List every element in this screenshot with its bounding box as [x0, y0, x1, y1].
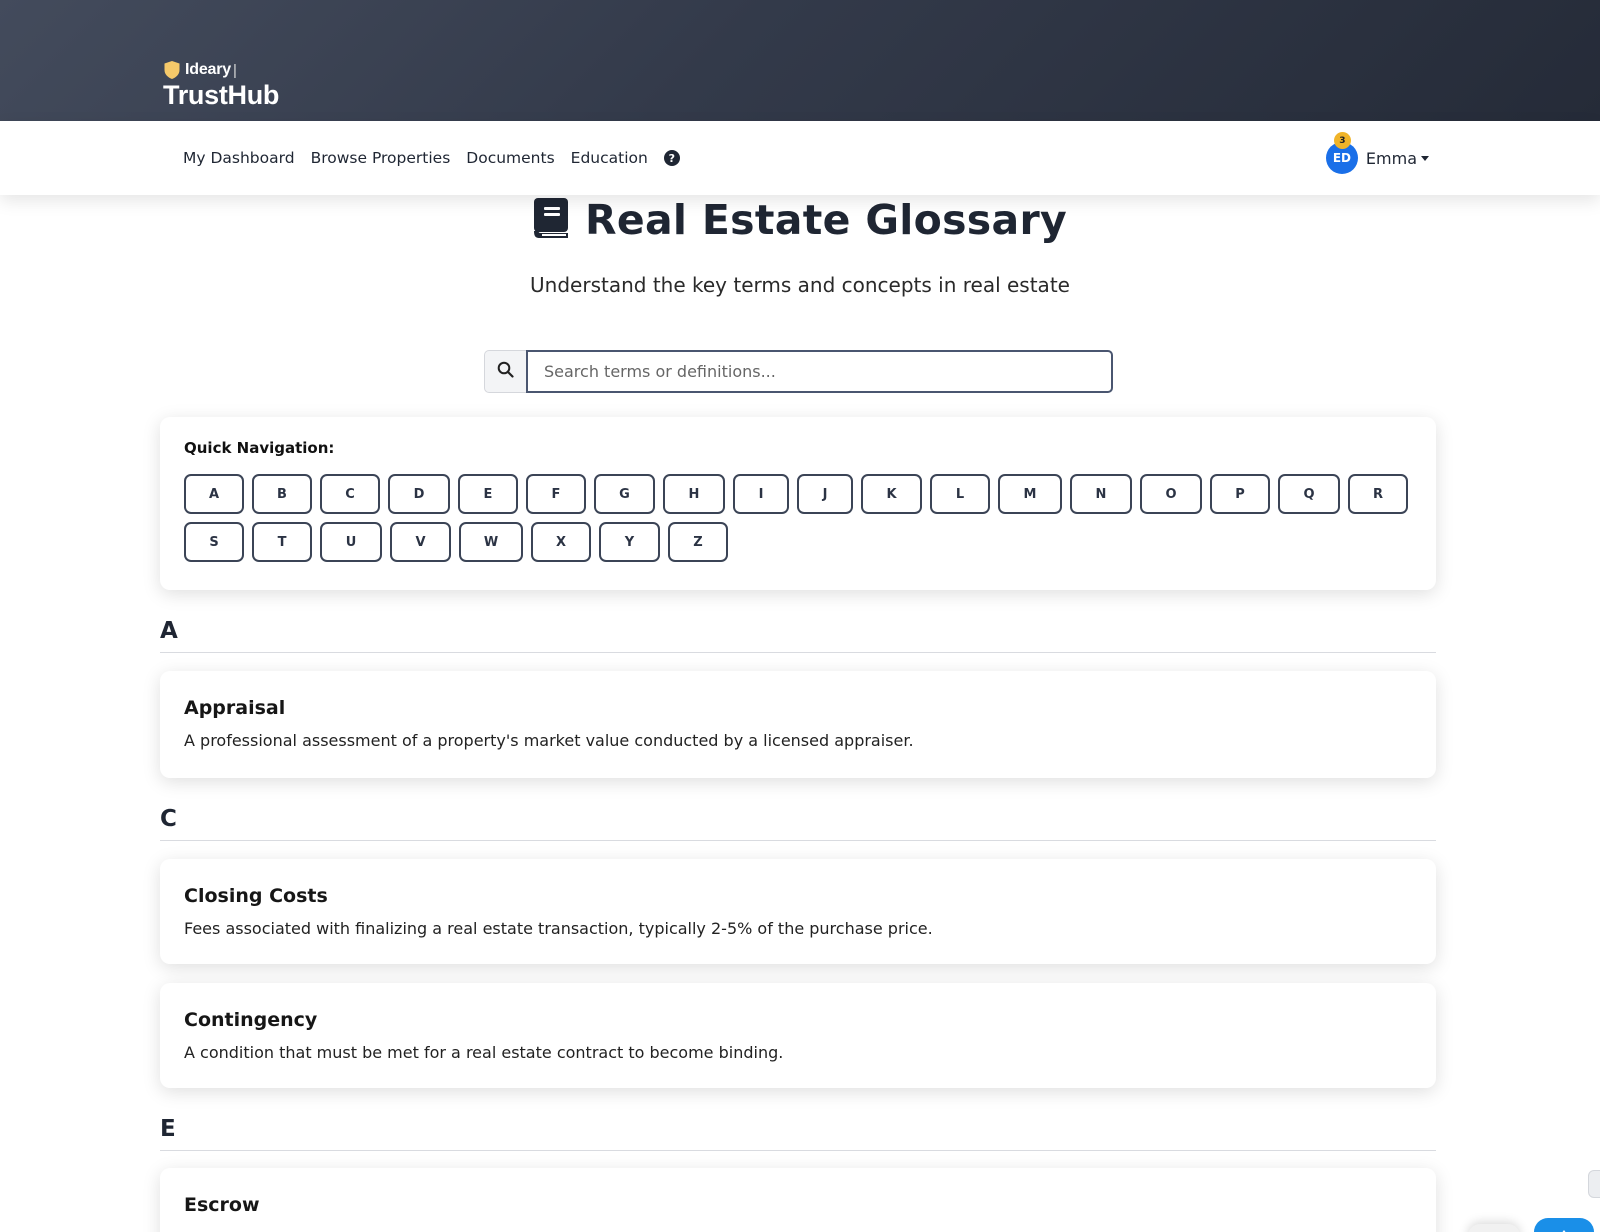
- book-icon: [533, 197, 569, 243]
- term-card: Escrow: [160, 1168, 1436, 1232]
- search-input[interactable]: [526, 350, 1113, 393]
- letter-button-x[interactable]: X: [531, 522, 591, 562]
- letter-button-d[interactable]: D: [388, 474, 450, 514]
- term-definition: A condition that must be met for a real …: [184, 1043, 784, 1062]
- avatar-initials: ED: [1332, 151, 1351, 165]
- side-tab[interactable]: [1588, 1170, 1600, 1198]
- letter-button-t[interactable]: T: [252, 522, 312, 562]
- page-title: Real Estate Glossary: [0, 196, 1600, 244]
- brand-name: TrustHub: [163, 80, 280, 110]
- letter-button-e[interactable]: E: [458, 474, 518, 514]
- term-definition: Fees associated with finalizing a real e…: [184, 919, 933, 938]
- letter-button-p[interactable]: P: [1210, 474, 1270, 514]
- term-name: Appraisal: [184, 697, 286, 719]
- help-icon[interactable]: ?: [663, 150, 680, 166]
- arrow-up-icon: [1557, 1224, 1571, 1232]
- search-icon: [497, 361, 514, 382]
- letter-button-g[interactable]: G: [594, 474, 655, 514]
- quick-navigation-label: Quick Navigation:: [184, 439, 335, 457]
- brand-logo[interactable]: Ideary | TrustHub: [163, 58, 280, 110]
- brand-top-text: Ideary: [185, 61, 231, 78]
- nav-my-dashboard[interactable]: My Dashboard: [183, 149, 295, 167]
- floating-widget[interactable]: [1468, 1224, 1520, 1232]
- letter-button-j[interactable]: J: [797, 474, 853, 514]
- brand-separator: |: [232, 61, 237, 79]
- glossary-search: [484, 350, 1113, 393]
- letter-button-u[interactable]: U: [320, 522, 382, 562]
- user-name[interactable]: Emma: [1366, 149, 1417, 168]
- letter-button-m[interactable]: M: [998, 474, 1062, 514]
- section-heading-a: A: [160, 618, 1436, 653]
- term-card: Closing Costs Fees associated with finali…: [160, 859, 1436, 964]
- term-card: Contingency A condition that must be met …: [160, 983, 1436, 1088]
- letter-button-o[interactable]: O: [1140, 474, 1202, 514]
- scroll-top-button[interactable]: [1534, 1218, 1594, 1232]
- section-heading-c: C: [160, 806, 1436, 841]
- nav-education[interactable]: Education: [571, 149, 648, 167]
- shield-icon: [163, 60, 181, 80]
- letter-button-n[interactable]: N: [1070, 474, 1132, 514]
- term-name: Contingency: [184, 1009, 318, 1031]
- term-name: Closing Costs: [184, 885, 328, 907]
- letter-button-b[interactable]: B: [252, 474, 312, 514]
- avatar[interactable]: ED 3: [1325, 132, 1358, 174]
- letter-button-y[interactable]: Y: [599, 522, 660, 562]
- letter-button-c[interactable]: C: [320, 474, 380, 514]
- letter-button-q[interactable]: Q: [1278, 474, 1340, 514]
- quick-navigation: Quick Navigation: ABCDEFGHIJKLMNOPQR STUV…: [160, 417, 1436, 590]
- letter-button-a[interactable]: A: [184, 474, 244, 514]
- top-banner: Ideary | TrustHub: [0, 0, 1600, 121]
- term-card: Appraisal A professional assessment of a …: [160, 671, 1436, 778]
- letter-button-s[interactable]: S: [184, 522, 244, 562]
- main-navbar: My Dashboard Browse Properties Documents…: [0, 121, 1600, 195]
- letter-button-r[interactable]: R: [1348, 474, 1408, 514]
- letter-button-l[interactable]: L: [930, 474, 990, 514]
- letter-button-v[interactable]: V: [390, 522, 451, 562]
- search-button[interactable]: [484, 350, 526, 393]
- caret-down-icon[interactable]: [1421, 155, 1429, 161]
- letter-button-w[interactable]: W: [459, 522, 523, 562]
- letter-button-h[interactable]: H: [663, 474, 725, 514]
- term-name: Escrow: [184, 1194, 260, 1216]
- letter-button-z[interactable]: Z: [668, 522, 728, 562]
- letter-button-k[interactable]: K: [861, 474, 922, 514]
- page-subtitle: Understand the key terms and concepts in…: [530, 273, 1070, 297]
- letter-buttons: ABCDEFGHIJKLMNOPQR STUVWXYZ: [184, 474, 1424, 562]
- term-definition: A professional assessment of a property'…: [184, 731, 914, 750]
- page-heading: Real Estate Glossary: [584, 196, 1068, 244]
- nav-documents[interactable]: Documents: [466, 149, 554, 167]
- section-heading-e: E: [160, 1116, 1436, 1151]
- user-menu[interactable]: ED 3 Emma: [1325, 121, 1429, 195]
- notification-badge: 3: [1333, 132, 1351, 149]
- letter-button-i[interactable]: I: [733, 474, 789, 514]
- letter-button-f[interactable]: F: [526, 474, 586, 514]
- nav-browse-properties[interactable]: Browse Properties: [311, 149, 451, 167]
- nav-links: My Dashboard Browse Properties Documents…: [183, 121, 680, 195]
